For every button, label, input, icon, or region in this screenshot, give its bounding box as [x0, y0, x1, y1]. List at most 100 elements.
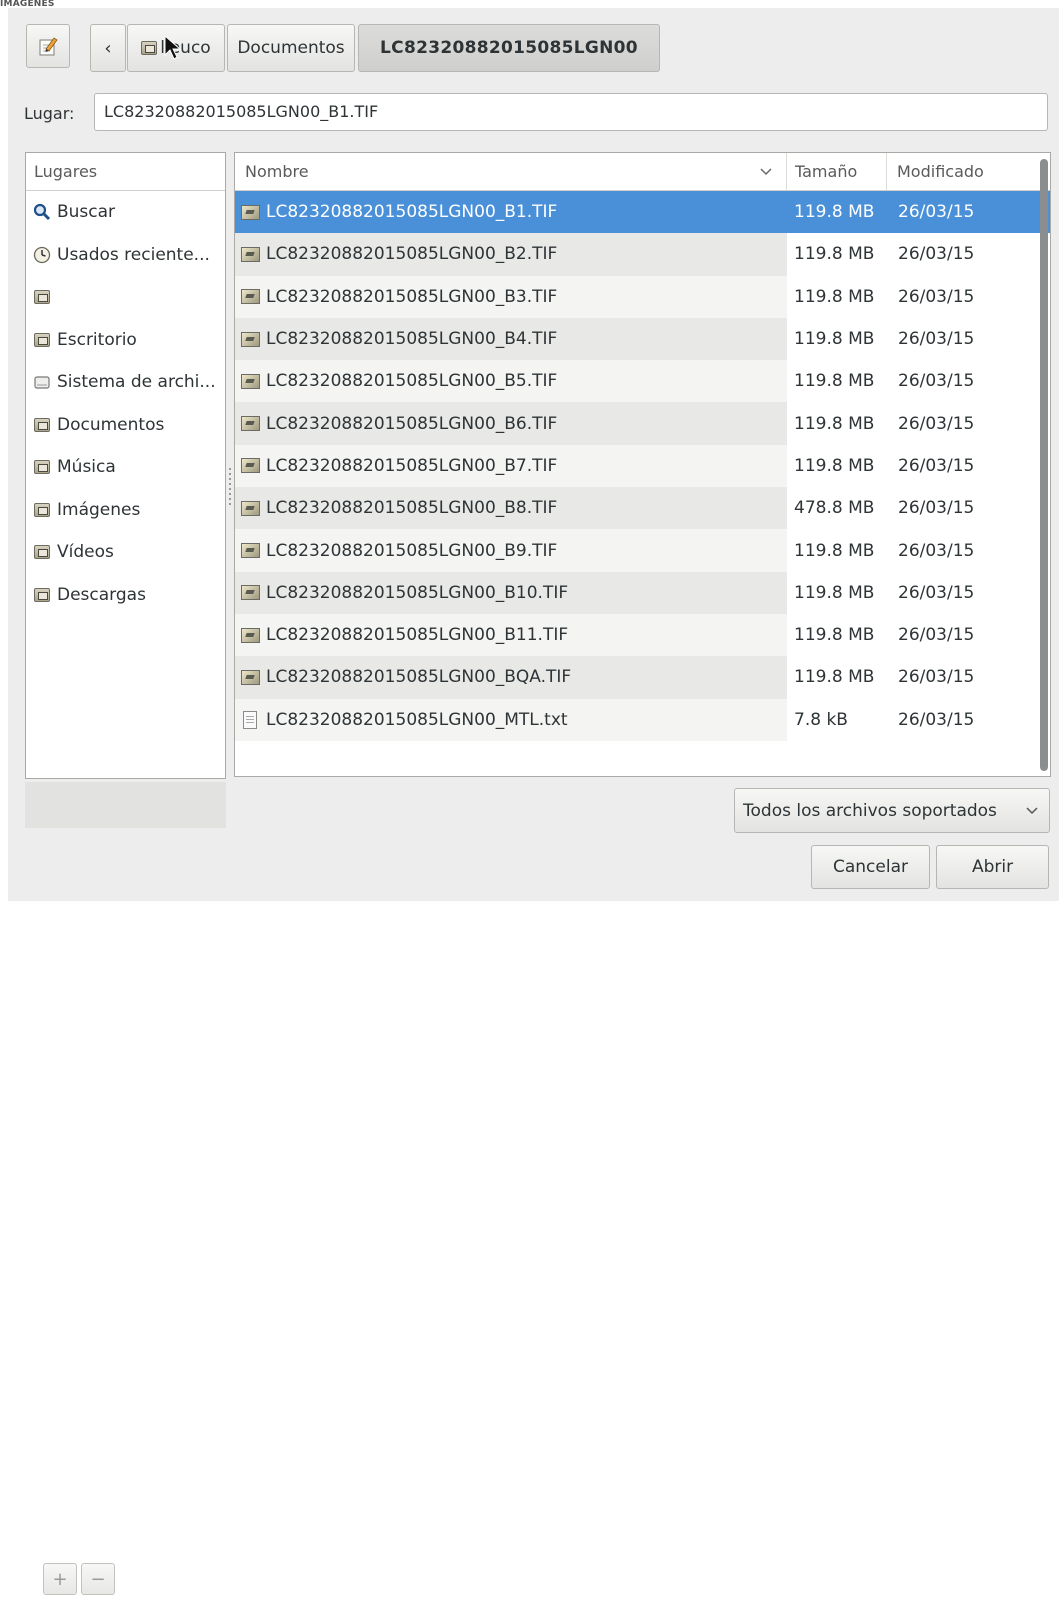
image-file-icon — [241, 204, 260, 220]
file-type-filter-select[interactable]: Todos los archivos soportados — [734, 788, 1050, 833]
file-name: LC82320882015085LGN00_B7.TIF — [266, 455, 558, 476]
file-row[interactable]: LC82320882015085LGN00_B7.TIF 119.8 MB 26/0… — [235, 444, 1050, 488]
file-size: 119.8 MB — [794, 667, 875, 688]
sidebar-item-label: Escritorio — [57, 329, 137, 350]
file-modified: 26/03/15 — [898, 244, 975, 265]
sidebar-item[interactable]: Descargas — [26, 574, 225, 617]
sort-chevron-down-icon — [760, 167, 772, 175]
sidebar-item[interactable]: Buscar — [26, 191, 225, 234]
image-file-icon — [241, 416, 260, 432]
plus-icon: + — [52, 1568, 68, 1590]
file-row[interactable]: LC82320882015085LGN00_BQA.TIF 119.8 MB 26/… — [235, 656, 1050, 699]
file-size: 119.8 MB — [794, 455, 875, 476]
breadcrumb-label: LC82320882015085LGN00 — [380, 38, 638, 58]
edit-icon — [39, 37, 58, 56]
sidebar-item[interactable]: Vídeos — [26, 531, 225, 574]
sidebar-item[interactable] — [26, 276, 225, 319]
open-button[interactable]: Abrir — [936, 845, 1049, 889]
breadcrumb-documentos[interactable]: Documentos — [227, 24, 355, 72]
music-folder-icon — [33, 458, 51, 476]
file-modified: 26/03/15 — [898, 202, 975, 223]
sidebar-item[interactable]: Documentos — [26, 404, 225, 447]
image-file-icon — [241, 627, 260, 643]
sidebar-item-label: Buscar — [57, 202, 116, 223]
file-size: 119.8 MB — [794, 540, 875, 561]
remove-bookmark-button[interactable]: − — [81, 1563, 115, 1595]
image-file-icon — [241, 500, 260, 516]
breadcrumb-current-folder[interactable]: LC82320882015085LGN00 — [358, 24, 660, 72]
breadcrumb-label: Documentos — [237, 38, 345, 58]
type-location-button[interactable] — [26, 24, 70, 68]
image-file-icon — [241, 246, 260, 262]
sidebar-toolbar: + − — [25, 782, 226, 1595]
file-row[interactable]: LC82320882015085LGN00_B4.TIF 119.8 MB 26/0… — [235, 317, 1050, 361]
places-header: Lugares — [26, 153, 225, 191]
file-modified: 26/03/15 — [898, 371, 975, 392]
file-row[interactable]: LC82320882015085LGN00_B10.TIF 119.8 MB 26/… — [235, 571, 1050, 614]
sidebar-item-label: Descargas — [57, 584, 146, 605]
sidebar-item-label: Imágenes — [57, 499, 141, 520]
file-name-cell: LC82320882015085LGN00_B4.TIF — [235, 317, 787, 361]
add-bookmark-button[interactable]: + — [43, 1563, 77, 1595]
file-name-cell: LC82320882015085LGN00_B6.TIF — [235, 402, 787, 445]
file-name-cell: LC82320882015085LGN00_B5.TIF — [235, 360, 787, 403]
sidebar-item[interactable]: Música — [26, 446, 225, 489]
file-size: 119.8 MB — [794, 625, 875, 646]
file-size: 119.8 MB — [794, 202, 875, 223]
sidebar-item-label: Sistema de archi... — [57, 372, 216, 393]
filesystem-icon — [33, 373, 51, 391]
search-icon — [33, 203, 51, 221]
file-row[interactable]: LC82320882015085LGN00_B9.TIF 119.8 MB 26/0… — [235, 529, 1050, 572]
file-name: LC82320882015085LGN00_B11.TIF — [266, 625, 569, 646]
location-input[interactable]: LC82320882015085LGN00_B1.TIF — [94, 93, 1048, 131]
file-row[interactable]: LC82320882015085LGN00_B6.TIF 119.8 MB 26/0… — [235, 402, 1050, 445]
sidebar-item[interactable]: Escritorio — [26, 319, 225, 362]
sidebar-item[interactable]: Usados reciente... — [26, 234, 225, 277]
column-header-size[interactable]: Tamaño — [787, 153, 887, 190]
file-modified: 26/03/15 — [898, 498, 975, 519]
cancel-label: Cancelar — [833, 857, 908, 877]
file-list: Nombre Tamaño Modificado LC8232088201508… — [234, 152, 1051, 777]
home-folder-icon — [33, 288, 51, 306]
file-modified: 26/03/15 — [898, 455, 975, 476]
vertical-scrollbar[interactable] — [1040, 159, 1048, 771]
column-header-label: Modificado — [897, 162, 984, 181]
open-label: Abrir — [971, 857, 1014, 877]
sidebar-item[interactable]: Imágenes — [26, 489, 225, 532]
videos-folder-icon — [33, 543, 51, 561]
file-modified: 26/03/15 — [898, 286, 975, 307]
image-file-icon — [241, 331, 260, 347]
file-chooser-dialog: ‹ lleuco Documentos LC82320882015085LGN0… — [8, 8, 1059, 1595]
recent-icon — [33, 246, 51, 264]
file-row[interactable]: LC82320882015085LGN00_B2.TIF 119.8 MB 26/0… — [235, 233, 1050, 276]
file-row[interactable]: LC82320882015085LGN00_B3.TIF 119.8 MB 26/0… — [235, 275, 1050, 318]
column-header-label: Nombre — [245, 162, 309, 181]
file-size: 478.8 MB — [794, 498, 875, 519]
file-size: 119.8 MB — [794, 244, 875, 265]
chevron-left-icon: ‹ — [104, 37, 112, 59]
file-name-cell: LC82320882015085LGN00_MTL.txt — [235, 698, 787, 741]
file-row[interactable]: LC82320882015085LGN00_MTL.txt 7.8 kB 26/03… — [235, 698, 1050, 741]
file-name: LC82320882015085LGN00_B8.TIF — [266, 498, 558, 519]
minus-icon: − — [90, 1568, 106, 1590]
file-row[interactable]: LC82320882015085LGN00_B5.TIF 119.8 MB 26/0… — [235, 360, 1050, 403]
file-name-cell: LC82320882015085LGN00_B2.TIF — [235, 233, 787, 276]
sidebar-item[interactable]: Sistema de archi... — [26, 361, 225, 404]
back-button[interactable]: ‹ — [90, 24, 126, 72]
file-modified: 26/03/15 — [898, 625, 975, 646]
breadcrumb-home[interactable]: lleuco — [127, 24, 225, 72]
file-name-cell: LC82320882015085LGN00_B1.TIF — [235, 191, 787, 234]
sidebar-item-label: Música — [57, 457, 116, 478]
file-row[interactable]: LC82320882015085LGN00_B11.TIF 119.8 MB 26/… — [235, 613, 1050, 657]
image-file-icon — [241, 543, 260, 559]
column-header-modified[interactable]: Modificado — [887, 153, 1037, 190]
pictures-folder-icon — [33, 501, 51, 519]
file-size: 7.8 kB — [794, 709, 848, 730]
file-row[interactable]: LC82320882015085LGN00_B1.TIF 119.8 MB 26/0… — [235, 191, 1050, 234]
file-row[interactable]: LC82320882015085LGN00_B8.TIF 478.8 MB 26/0… — [235, 487, 1050, 530]
column-header-name[interactable]: Nombre — [235, 153, 787, 190]
pane-resize-handle[interactable] — [229, 468, 231, 508]
file-modified: 26/03/15 — [898, 709, 975, 730]
cancel-button[interactable]: Cancelar — [811, 845, 930, 889]
file-name: LC82320882015085LGN00_B1.TIF — [266, 202, 558, 223]
